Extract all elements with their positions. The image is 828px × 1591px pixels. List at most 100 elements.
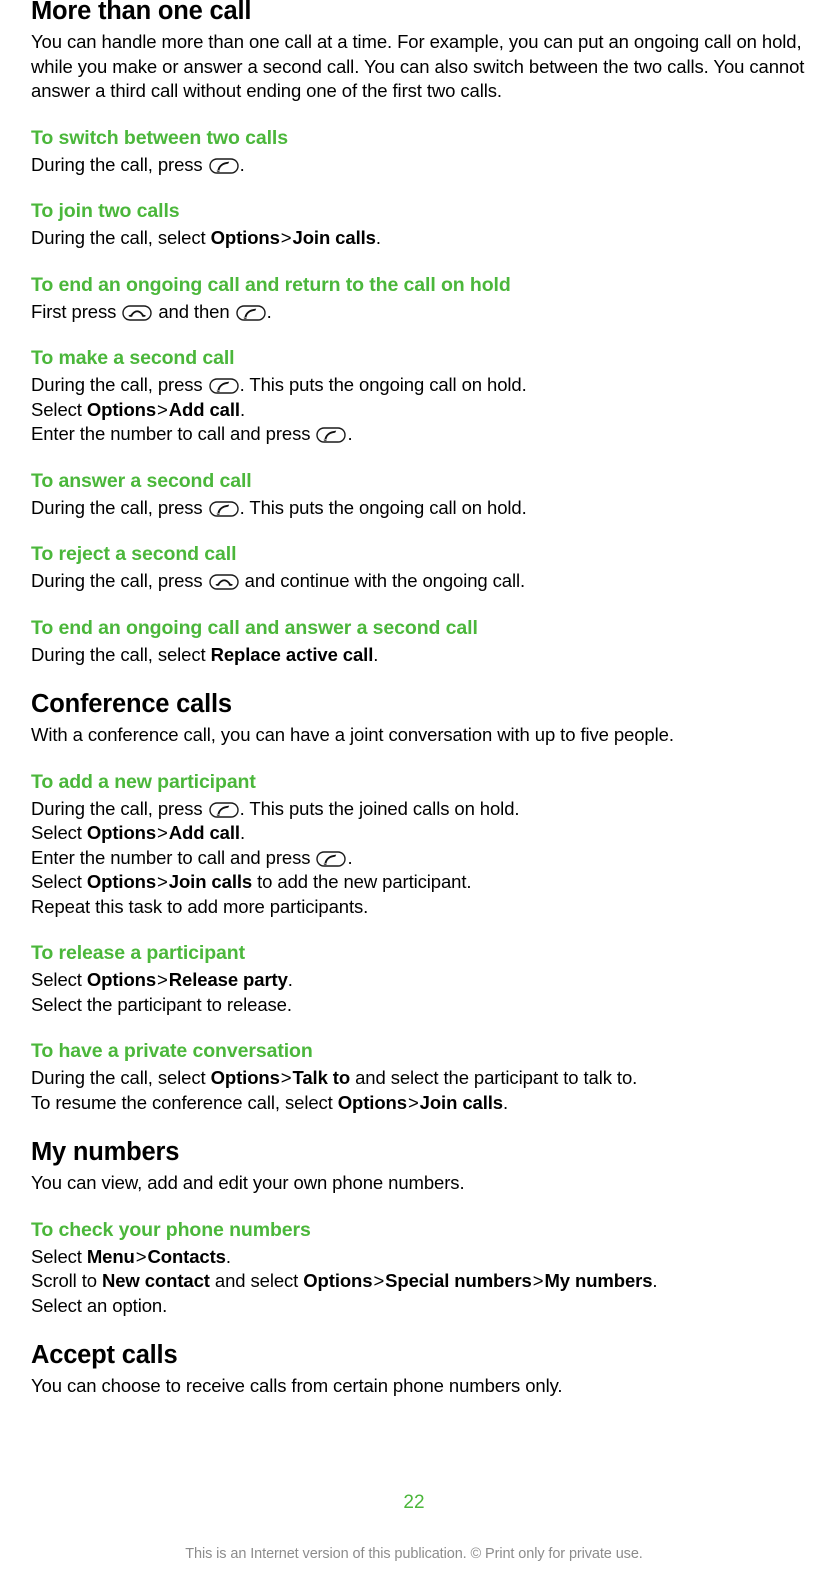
ui-term: Options (86, 398, 157, 420)
list-item: 1 Select Menu>Contacts. (0, 1245, 821, 1270)
call-key-icon (316, 427, 347, 443)
task-heading: To have a private conversation (31, 1040, 313, 1062)
task-step-list: 1 During the call, press . This puts the… (31, 797, 821, 920)
section-heading: Conference calls (31, 690, 232, 718)
step-text-pre: Select (31, 1245, 87, 1267)
task-step-list: • During the call, select Replace active… (31, 643, 821, 668)
end-call-key-icon (208, 574, 239, 590)
task-heading: To reject a second call (31, 543, 237, 565)
step-text-post: . This puts the joined calls on hold. (239, 797, 520, 819)
step-text-post: . (373, 643, 379, 665)
bullet-marker: • (0, 571, 8, 593)
list-item: 1 During the call, press . This puts the… (0, 797, 821, 822)
ui-term: Options (303, 1270, 373, 1291)
call-key-icon (208, 801, 239, 818)
path-separator: > (532, 1270, 544, 1291)
task-heading: To switch between two calls (31, 126, 288, 149)
step-number: 1 (0, 1066, 8, 1091)
step-text-post: . (347, 423, 353, 444)
step-number: 3 (0, 1294, 8, 1319)
ui-term: Release party (168, 969, 288, 990)
step-number: 5 (0, 895, 8, 920)
step-text-mid: and select (209, 1270, 304, 1291)
task-heading: To answer a second call (31, 469, 252, 492)
ui-term: Options (86, 871, 157, 892)
step-text-pre: Scroll to (31, 1270, 102, 1291)
manual-page: More than one call You can handle more t… (0, 0, 828, 1591)
path-separator: > (157, 871, 168, 892)
step-text-post: . (239, 822, 245, 843)
list-item: • During the call, press . (0, 153, 821, 178)
task-step-list: • First press and then . (31, 300, 821, 325)
task-step-list: 1 During the call, press . This puts the… (31, 373, 821, 447)
section-heading: Accept calls (31, 1341, 178, 1369)
section-intro-paragraph: You can handle more than one call at a t… (31, 31, 805, 101)
ui-term: My numbers (544, 1270, 653, 1291)
list-item: • First press and then . (0, 300, 821, 325)
step-text-pre: Select an option. (31, 1294, 168, 1316)
list-item: 2 Select the participant to release. (0, 993, 821, 1018)
step-number: 1 (0, 968, 8, 993)
path-separator: > (280, 1067, 292, 1088)
step-text-post: . (652, 1270, 658, 1291)
step-text-pre: Select (31, 398, 87, 420)
path-separator: > (157, 822, 168, 843)
step-text-post: . (347, 846, 353, 868)
ui-term: Join calls (419, 1091, 503, 1113)
task-step-list: 1 Select Options>Release party. 2 Select… (31, 968, 821, 1017)
step-text-post: to add the new participant. (252, 871, 472, 892)
step-text-post: . (225, 1245, 231, 1267)
task-step-list: 1 During the call, select Options>Talk t… (31, 1066, 821, 1115)
list-item: • During the call, press . This puts the… (0, 496, 821, 521)
step-text-post: . (266, 300, 272, 322)
ui-term: Options (86, 822, 157, 843)
task-step-list: • During the call, press and continue wi… (31, 569, 821, 594)
path-separator: > (373, 1270, 385, 1291)
task-step-list: • During the call, select Options>Join c… (31, 226, 821, 251)
task-heading: To end an ongoing call and return to the… (31, 273, 511, 296)
bullet-marker: • (0, 155, 8, 177)
ui-term: Options (210, 227, 280, 248)
list-item: 3 Enter the number to call and press . (0, 422, 821, 447)
step-number: 2 (0, 821, 8, 846)
step-text-pre: During the call, press (31, 797, 208, 819)
ui-term: Join calls (168, 871, 253, 892)
ui-term: Menu (86, 1245, 135, 1267)
list-item: 4 Select Options>Join calls to add the n… (0, 870, 821, 895)
step-text-post: and continue with the ongoing call. (239, 570, 526, 591)
step-number: 2 (0, 398, 8, 423)
step-text-pre: During the call, press (31, 496, 208, 518)
step-text-pre: During the call, press (31, 374, 208, 395)
bullet-marker: • (0, 498, 8, 520)
task-heading: To end an ongoing call and answer a seco… (31, 616, 478, 639)
step-text-pre: Enter the number to call and press (31, 846, 316, 868)
step-number: 2 (0, 993, 8, 1018)
list-item: 1 During the call, press . This puts the… (0, 373, 821, 398)
step-text-post: . This puts the ongoing call on hold. (239, 496, 527, 518)
path-separator: > (280, 227, 292, 248)
step-text-pre: During the call, press (31, 570, 208, 591)
task-step-list: 1 Select Menu>Contacts. 2 Scroll to New … (31, 1245, 821, 1319)
step-number: 3 (0, 422, 8, 447)
task-step-list: • During the call, press . This puts the… (31, 496, 821, 521)
step-text-pre: Repeat this task to add more participant… (31, 895, 369, 917)
step-text-mid: and then (153, 300, 235, 322)
step-text-pre: First press (31, 300, 122, 322)
call-key-icon (208, 378, 239, 394)
path-separator: > (157, 969, 168, 990)
ui-term: Special numbers (385, 1270, 532, 1291)
footer-note: This is an Internet version of this publ… (185, 1546, 643, 1562)
task-heading: To release a participant (31, 942, 245, 964)
section-heading: More than one call (31, 0, 252, 25)
ui-term: Options (86, 969, 157, 990)
step-number: 1 (0, 797, 8, 822)
step-number: 3 (0, 846, 8, 871)
step-text-pre: During the call, select (31, 227, 211, 248)
list-item: 1 During the call, select Options>Talk t… (0, 1066, 821, 1091)
list-item: • During the call, select Options>Join c… (0, 226, 821, 251)
step-text-pre: Enter the number to call and press (31, 423, 316, 444)
